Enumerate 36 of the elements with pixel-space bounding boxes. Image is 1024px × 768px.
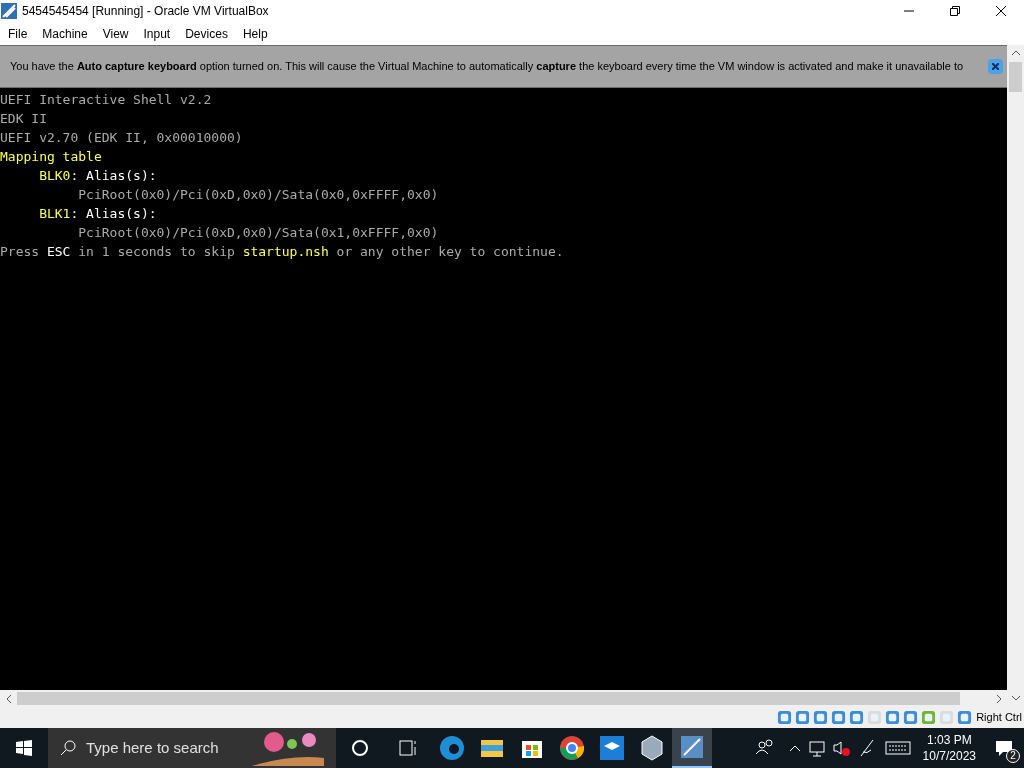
console-line: UEFI Interactive Shell v2.2 [0,91,212,109]
menu-item[interactable]: Machine [35,22,95,45]
active-app-icon[interactable] [672,728,712,768]
hot-air-balloons-icon [252,730,324,766]
search-field[interactable]: Type here to search [48,728,336,768]
window-title: 5454545454 [Running] - Oracle VM VirtualBox [22,3,269,20]
close-icon [996,6,1006,16]
notification-button[interactable]: 2 [984,728,1024,768]
scroll-left-icon[interactable] [5,694,12,703]
console-line: Mapping table [0,148,102,166]
close-notice-button[interactable] [988,59,1003,74]
notification-count: 2 [1006,749,1020,763]
console-line: BLK0: Alias(s): [38,167,157,185]
horizontal-scrollbar[interactable] [0,690,1007,707]
menu-item[interactable]: Help [235,22,275,45]
close-icon [992,63,999,70]
notice-text: You have the Auto capture keyboard option turned on. This will cause the Virtual Machine to automatically capture the keyboard every time the VM window is activated and make it unavailable to [10,59,964,75]
clock[interactable]: 1:03 PM 10/7/2023 [914,732,984,764]
menu-item[interactable]: View [95,22,136,45]
console-line: UEFI v2.70 (EDK II, 0x00010000) [0,129,243,147]
menu-item[interactable]: File [1,22,35,45]
console-line: BLK1: Alias(s): [38,205,157,223]
scroll-thumb[interactable] [17,692,960,705]
console-line: PciRoot(0x0)/Pci(0xD,0x0)/Sata(0x0,0xFFFF,0x0) [77,186,439,204]
console-line: EDK II [0,110,47,128]
menu-item[interactable]: Input [136,22,178,45]
search-icon [60,740,76,756]
console-line: Press ESC in 1 seconds to skip startup.nsh or any other key to continue. [0,243,564,261]
host-key-label: Right Ctrl [976,710,1022,726]
scroll-thumb[interactable] [1009,62,1022,92]
vertical-scrollbar[interactable] [1007,45,1024,707]
console-line: PciRoot(0x0)/Pci(0xD,0x0)/Sata(0x1,0xFFFF,0x0) [77,224,439,242]
scroll-right-icon[interactable] [995,694,1002,703]
menu-item[interactable]: Devices [178,22,235,45]
restore-icon [950,6,960,16]
windows-logo-icon [16,740,32,756]
